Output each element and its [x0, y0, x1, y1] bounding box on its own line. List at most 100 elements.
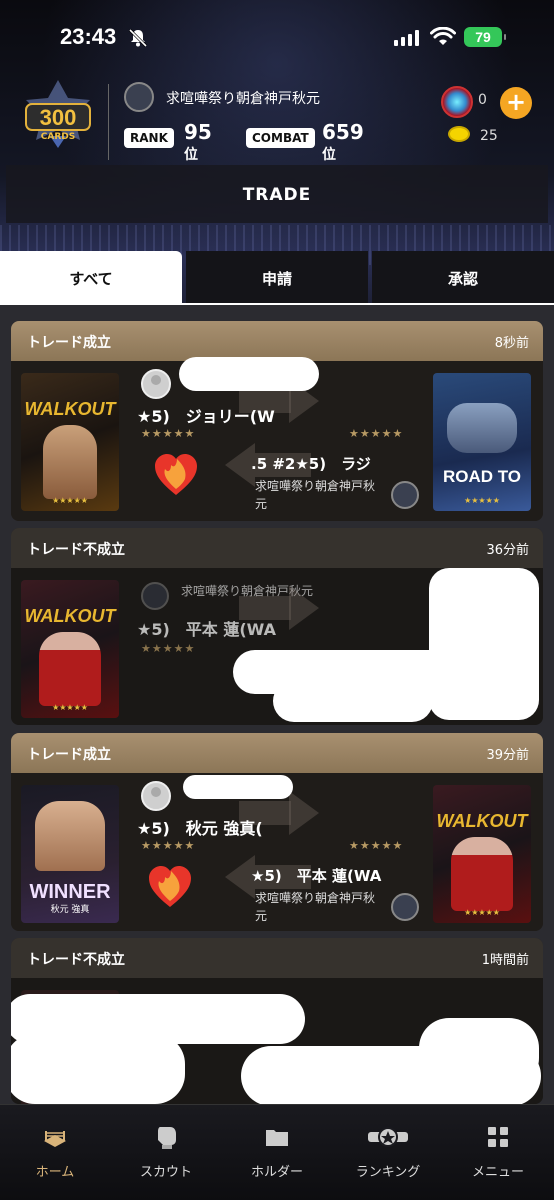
- combat-value: 659: [322, 120, 364, 144]
- nav-label: スカウト: [139, 1165, 192, 1180]
- nav-label: メニュー: [471, 1165, 524, 1180]
- redaction: [273, 680, 433, 722]
- trade-item[interactable]: トレード成立 8秒前 WALKOUT ★★★★★ ★5) ジョリー(W ★★★★…: [11, 321, 543, 521]
- battery-indicator: 79: [464, 27, 506, 47]
- card-thumb-title: WALKOUT: [24, 399, 116, 419]
- trade-status: トレード不成立: [27, 542, 125, 558]
- partner-card-name: ★5) 平本 蓮(WA: [137, 620, 276, 639]
- partner-avatar: [141, 369, 171, 399]
- owner-name: 求喧嘩祭り朝倉神戸秋元: [255, 891, 376, 923]
- status-bar: 23:43 79: [0, 0, 554, 78]
- nav-ranking[interactable]: ランキング: [333, 1123, 443, 1180]
- gem-icon: [441, 86, 473, 118]
- username: 求喧嘩祭り朝倉神戸秋元: [166, 91, 320, 107]
- tab-approved[interactable]: 承認: [372, 251, 554, 305]
- belt-icon: [368, 1127, 408, 1147]
- owner-avatar: [391, 481, 419, 509]
- rank-value: 95: [184, 120, 212, 144]
- owner-avatar: [141, 582, 169, 610]
- card-rarity-stars: ★★★★★: [52, 496, 88, 505]
- card-thumb-subtitle: 秋元 強真: [50, 905, 90, 915]
- rarity-stars: ★★★★★: [349, 839, 404, 852]
- card-thumbnail[interactable]: WINNER 秋元 強真: [21, 785, 119, 923]
- redaction: [419, 1018, 539, 1088]
- trade-item[interactable]: トレード不成立 36分前 WALKOUT ★★★★★ 求喧嘩祭り朝倉神戸秋元 ★…: [11, 528, 543, 725]
- fighter-image: [39, 632, 101, 706]
- add-gems-button[interactable]: +: [500, 87, 532, 119]
- trade-item-header: トレード不成立 1時間前: [11, 938, 543, 978]
- badge-number: 300: [39, 105, 77, 130]
- coin-icon: [448, 126, 470, 142]
- fighter-image: [43, 425, 97, 499]
- coin-count: 25: [480, 128, 498, 144]
- grid-icon: [488, 1127, 508, 1147]
- card-thumb-title: WALKOUT: [24, 606, 116, 626]
- trade-time: 1時間前: [481, 953, 529, 968]
- trade-item[interactable]: トレード成立 39分前 WINNER 秋元 強真 ★5) 秋元 強真( ★★★★…: [11, 733, 543, 931]
- rarity-stars: ★★★★★: [141, 427, 196, 440]
- bell-muted-icon: [128, 28, 148, 48]
- card-thumb-title: ROAD TO: [442, 467, 522, 486]
- tab-bar: すべて 申請 承認: [0, 251, 554, 305]
- nav-holder[interactable]: ホルダー: [222, 1123, 332, 1180]
- trade-time: 8秒前: [494, 336, 529, 351]
- card-thumbnail[interactable]: WALKOUT ★★★★★: [21, 580, 119, 718]
- redaction: [179, 357, 319, 391]
- owner-avatar: [391, 893, 419, 921]
- rarity-stars: ★★★★★: [141, 839, 196, 852]
- trade-item-body: [11, 978, 543, 1104]
- nav-scout[interactable]: スカウト: [111, 1123, 221, 1180]
- status-time: 23:43: [60, 24, 117, 49]
- trade-item-header: トレード不成立 36分前: [11, 528, 543, 568]
- nav-menu[interactable]: メニュー: [443, 1123, 553, 1180]
- partner-avatar: [141, 781, 171, 811]
- redaction: [11, 1034, 185, 1104]
- tab-requests[interactable]: 申請: [186, 251, 368, 305]
- wifi-icon: [430, 27, 456, 45]
- card-thumb-title: WINNER: [29, 881, 111, 903]
- heart-fire-icon: [149, 866, 191, 907]
- trade-item-header: トレード成立 8秒前: [11, 321, 543, 361]
- combat-label: COMBAT: [246, 128, 315, 148]
- page-title: TRADE: [242, 185, 312, 205]
- cards-badge[interactable]: 300 CARDS: [20, 78, 96, 158]
- tab-all[interactable]: すべて: [0, 251, 182, 305]
- fighter-image: [35, 801, 105, 871]
- card-rarity-stars: ★★★★★: [464, 496, 500, 505]
- nav-home[interactable]: ホーム: [0, 1123, 110, 1180]
- heart-fire-icon: [155, 454, 197, 495]
- trade-item[interactable]: トレード不成立 1時間前: [11, 938, 543, 1104]
- trade-item-body: WALKOUT ★★★★★ 求喧嘩祭り朝倉神戸秋元 ★5) 平本 蓮(WA ★★…: [11, 568, 543, 725]
- card-thumbnail[interactable]: ROAD TO ★★★★★: [433, 373, 531, 511]
- nav-label: ランキング: [355, 1165, 421, 1180]
- trade-time: 39分前: [486, 748, 529, 763]
- trade-title-bar: TRADE: [6, 165, 548, 223]
- nav-label: ホルダー: [250, 1165, 303, 1180]
- ring-icon: [44, 1131, 66, 1147]
- trade-status: トレード成立: [27, 335, 111, 351]
- avatar[interactable]: [124, 82, 154, 112]
- bottom-navigation: ホーム スカウト ホルダー ランキング メニュー: [0, 1104, 554, 1200]
- owner-name: 求喧嘩祭り朝倉神戸秋元: [255, 479, 376, 511]
- rank-label: RANK: [124, 128, 174, 148]
- partner-card-name: ★5) 秋元 強真(: [137, 819, 263, 838]
- trade-status: トレード成立: [27, 747, 111, 763]
- card-rarity-stars: ★★★★★: [464, 908, 500, 917]
- signal-icon: [394, 30, 419, 46]
- rank-unit: 位: [184, 147, 198, 163]
- redaction: [183, 775, 293, 799]
- trade-item-header: トレード成立 39分前: [11, 733, 543, 773]
- rarity-stars: ★★★★★: [141, 642, 196, 655]
- trade-time: 36分前: [486, 543, 529, 558]
- rarity-stars: ★★★★★: [349, 427, 404, 440]
- trade-item-body: WALKOUT ★★★★★ ★5) ジョリー(W ★★★★★ ★★★★★ .5 …: [11, 357, 543, 521]
- my-card-name: .5 #2★5) ラジ: [251, 455, 371, 473]
- header-divider: [108, 84, 109, 160]
- card-thumbnail[interactable]: WALKOUT ★★★★★: [21, 373, 119, 511]
- nav-label: ホーム: [35, 1165, 75, 1180]
- card-rarity-stars: ★★★★★: [52, 703, 88, 712]
- redaction: [429, 568, 539, 720]
- card-thumbnail[interactable]: WALKOUT ★★★★★: [433, 785, 531, 923]
- trade-status: トレード不成立: [27, 952, 125, 968]
- trade-item-body: WINNER 秋元 強真 ★5) 秋元 強真( ★★★★★ ★★★★★ ★5) …: [11, 773, 543, 931]
